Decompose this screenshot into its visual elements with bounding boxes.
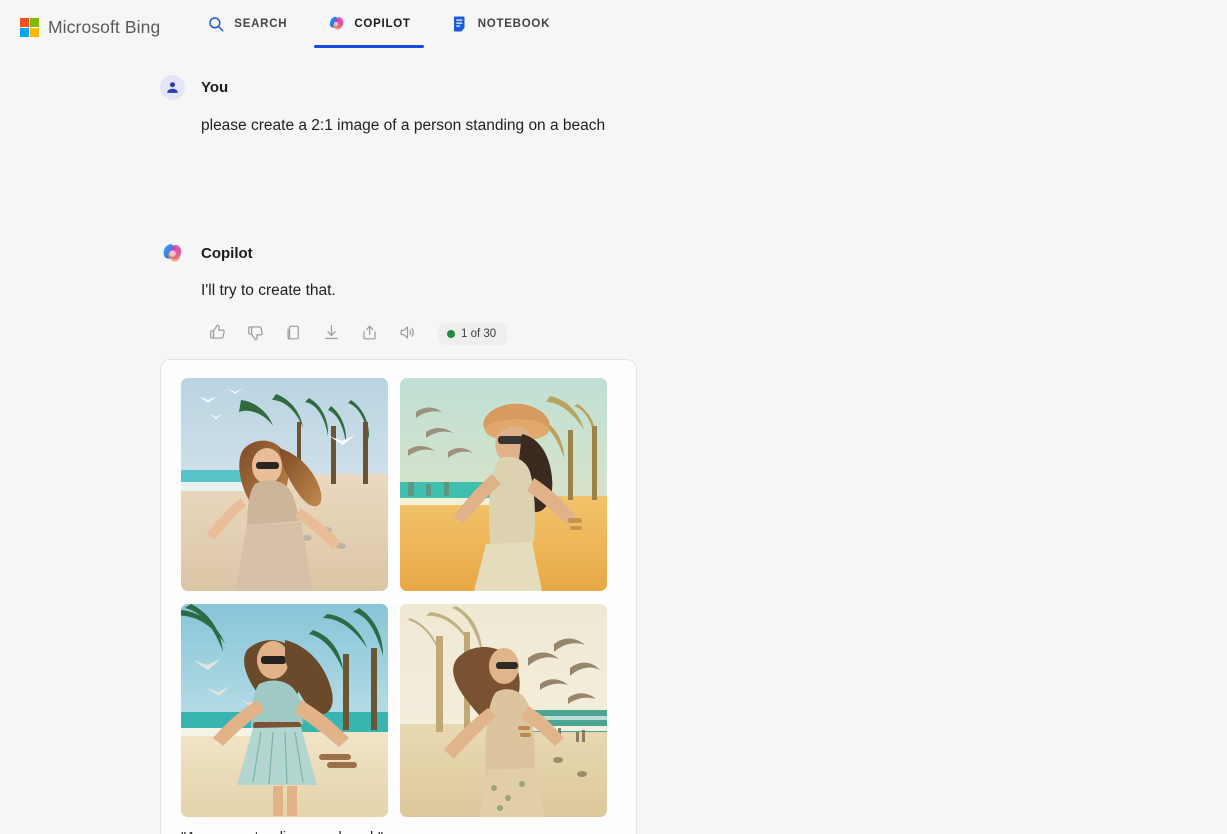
generated-image-3[interactable] — [181, 603, 388, 817]
copy-button[interactable] — [277, 319, 309, 349]
speaker-icon — [398, 323, 417, 345]
image-caption: "A person standing on a beach" — [181, 830, 616, 834]
response-counter-label: 1 of 30 — [461, 327, 497, 340]
thumbs-up-button[interactable] — [201, 319, 233, 349]
brand-name: Microsoft Bing — [48, 17, 161, 37]
tab-notebook[interactable]: NOTEBOOK — [438, 0, 563, 48]
status-dot-icon — [447, 329, 455, 338]
user-message: You please create a 2:1 image of a perso… — [160, 75, 1227, 137]
tab-copilot-label: COPILOT — [354, 18, 411, 30]
tab-notebook-label: NOTEBOOK — [477, 18, 551, 30]
thumbs-down-button[interactable] — [239, 319, 271, 349]
copilot-icon — [327, 15, 345, 33]
read-aloud-button[interactable] — [391, 319, 423, 349]
tab-search-label: SEARCH — [234, 18, 288, 30]
share-icon — [360, 323, 379, 345]
thumbs-down-icon — [246, 323, 265, 345]
copy-icon — [284, 323, 303, 345]
tab-copilot[interactable]: COPILOT — [314, 0, 425, 48]
conversation-thread: You please create a 2:1 image of a perso… — [0, 55, 1227, 834]
top-navigation-bar: Microsoft Bing SEARCH COPILOT NOTEBOOK — [0, 0, 1227, 55]
copilot-logo-icon — [160, 241, 185, 266]
microsoft-logo-icon — [20, 18, 39, 37]
image-grid — [181, 377, 616, 817]
generated-image-2[interactable] — [400, 377, 607, 591]
tab-search[interactable]: SEARCH — [194, 0, 300, 48]
assistant-message: Copilot I'll try to create that. 1 of 30 — [160, 241, 1227, 834]
response-counter[interactable]: 1 of 30 — [438, 322, 508, 345]
share-button[interactable] — [353, 319, 385, 349]
message-action-toolbar: 1 of 30 — [201, 319, 1227, 349]
assistant-message-header: Copilot — [160, 241, 1227, 266]
generated-image-1[interactable] — [181, 377, 388, 591]
image-result-card: "A person standing on a beach" Designer … — [160, 358, 637, 834]
assistant-message-text: I'll try to create that. — [201, 282, 336, 300]
thumbs-up-icon — [208, 323, 227, 345]
search-icon — [207, 15, 225, 33]
generated-image-4[interactable] — [400, 603, 607, 817]
person-icon — [160, 75, 185, 100]
download-icon — [322, 323, 341, 345]
user-message-text: please create a 2:1 image of a person st… — [201, 117, 606, 134]
user-sender-name: You — [201, 79, 229, 96]
notebook-icon — [451, 15, 469, 33]
bing-logo[interactable]: Microsoft Bing — [20, 0, 194, 55]
assistant-sender-name: Copilot — [201, 245, 253, 263]
download-button[interactable] — [315, 319, 347, 349]
user-message-header: You — [160, 75, 1227, 100]
